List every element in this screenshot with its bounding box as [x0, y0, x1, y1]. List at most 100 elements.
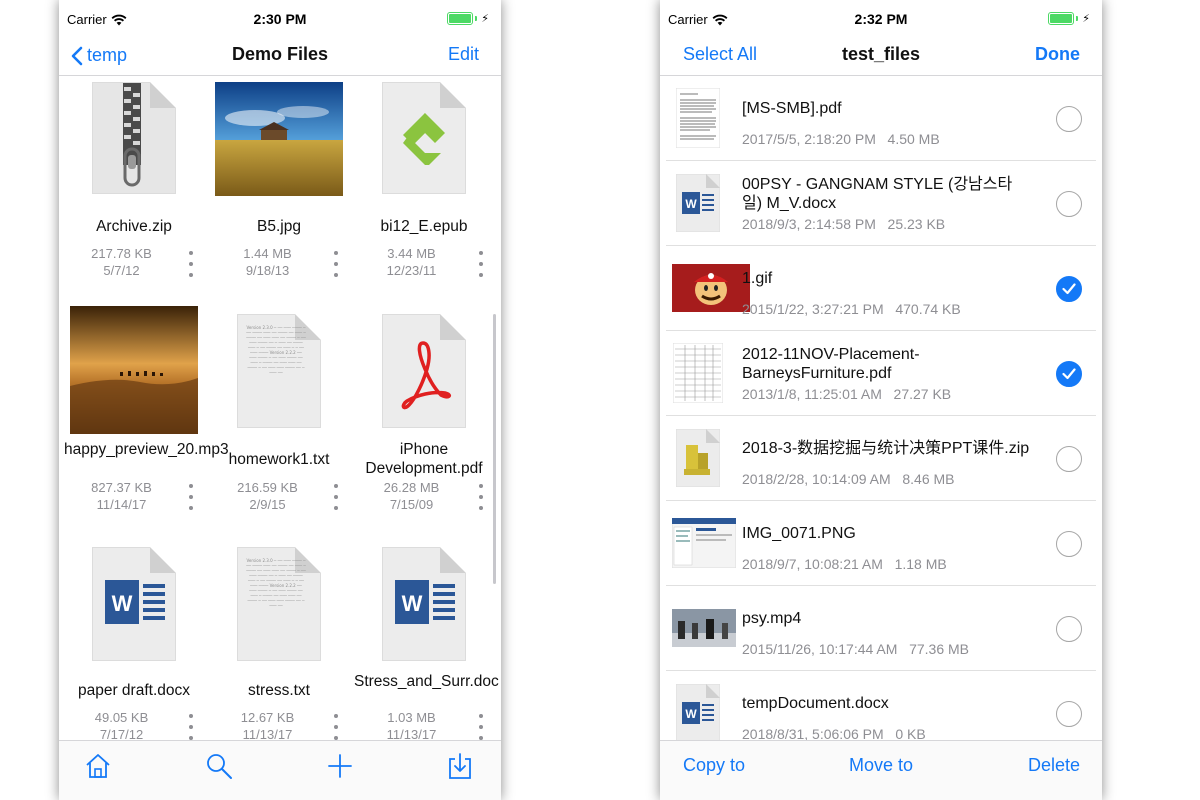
select-checkbox[interactable] [1056, 531, 1082, 557]
home-icon[interactable] [83, 751, 113, 781]
page-title: Demo Files [231, 44, 329, 64]
left-screen: Carrier 2:30 PM ⚡ temp Demo Files Edit A… [59, 0, 501, 800]
file-name: homework1.txt [228, 451, 330, 468]
list-item[interactable]: 2012-11NOV-Placement-BarneysFurniture.pd… [660, 331, 1102, 416]
file-size: 1.44 MB [243, 246, 292, 261]
svg-text:W: W [402, 591, 423, 616]
file-cell[interactable]: W Stress_and_Surr.doc 1.03 MB 11/13/17 [354, 546, 499, 740]
file-size: 49.05 KB [94, 710, 149, 725]
checkmark-icon [1062, 368, 1076, 380]
status-time: 2:30 PM [253, 11, 307, 27]
file-name: stress.txt [247, 682, 310, 699]
more-options-icon[interactable] [478, 484, 484, 510]
file-size: 27.27 KB [893, 386, 952, 402]
select-checkbox[interactable] [1056, 701, 1082, 727]
list-item[interactable]: [MS-SMB].pdf 2017/5/5, 2:18:20 PM 4.50 M… [660, 76, 1102, 161]
file-meta: 2018/2/28, 10:14:09 AM 8.46 MB [742, 471, 955, 487]
file-cell[interactable]: W paper draft.docx 49.05 KB 7/17/12 [64, 546, 204, 740]
more-options-icon[interactable] [478, 714, 484, 740]
list-item[interactable]: W 00PSY - GANGNAM STYLE (강남스타일) M_V.docx… [660, 161, 1102, 246]
file-size: 4.50 MB [887, 131, 940, 147]
file-date: 11/13/17 [242, 727, 293, 740]
more-options-icon[interactable] [188, 251, 194, 277]
file-size: 3.44 MB [387, 246, 436, 261]
file-meta: 2018/9/3, 2:14:58 PM 25.23 KB [742, 216, 945, 232]
done-button[interactable]: Done [1035, 44, 1080, 65]
file-size: 827.37 KB [91, 480, 152, 495]
battery-icon: ⚡ [447, 12, 489, 25]
desert-thumbnail [70, 306, 198, 439]
select-checkbox[interactable] [1056, 446, 1082, 472]
more-options-icon[interactable] [478, 251, 484, 277]
checkmark-icon [1062, 283, 1076, 295]
file-name: Stress_and_Surr.doc [354, 673, 499, 690]
file-name: 2012-11NOV-Placement-BarneysFurniture.pd… [742, 346, 920, 382]
file-size: 217.78 KB [91, 246, 152, 261]
more-options-icon[interactable] [188, 714, 194, 740]
file-cell[interactable]: B5.jpg 1.44 MB 9/18/13 [209, 76, 349, 306]
word-file-icon: W [92, 547, 176, 661]
list-item[interactable]: W tempDocument.docx 2018/8/31, 5:06:06 P… [660, 671, 1102, 740]
select-checkbox[interactable] [1056, 106, 1082, 132]
navigation-bar: temp Demo Files Edit [59, 36, 501, 76]
select-checkbox-checked[interactable] [1056, 361, 1082, 387]
add-icon[interactable] [325, 751, 355, 781]
select-checkbox[interactable] [1056, 616, 1082, 642]
file-name: 00PSY - GANGNAM STYLE (강남스타일) M_V.docx [742, 176, 1013, 212]
list-item[interactable]: psy.mp4 2015/11/26, 10:17:44 AM 77.36 MB [660, 586, 1102, 671]
file-name: psy.mp4 [742, 610, 802, 627]
file-date: 9/18/13 [245, 263, 290, 278]
search-icon[interactable] [204, 751, 234, 781]
file-cell[interactable]: Version 2.3.0 ─ ── ─── ──── ─ ── ──── ──… [209, 546, 349, 740]
list-item[interactable]: 1.gif 2015/1/22, 3:27:21 PM 470.74 KB [660, 246, 1102, 331]
file-date: 2018/8/31, 5:06:06 PM [742, 726, 884, 740]
select-checkbox-checked[interactable] [1056, 276, 1082, 302]
file-date: 2018/9/3, 2:14:58 PM [742, 216, 876, 232]
file-size: 25.23 KB [887, 216, 946, 232]
action-bar: Copy to Move to Delete [660, 740, 1102, 800]
word-file-icon: W [672, 683, 724, 740]
select-checkbox[interactable] [1056, 191, 1082, 217]
file-cell[interactable]: happy_preview_20.mp3 827.37 KB 11/14/17 [64, 306, 229, 536]
file-meta: 2018/9/7, 10:08:21 AM 1.18 MB [742, 556, 947, 572]
spreadsheet-thumbnail [672, 343, 724, 403]
file-name: 2018-3-数据挖掘与统计决策PPT课件.zip [742, 440, 1030, 457]
file-cell[interactable]: Archive.zip 217.78 KB 5/7/12 [64, 76, 204, 306]
delete-button[interactable]: Delete [1028, 755, 1080, 776]
list-item[interactable]: IMG_0071.PNG 2018/9/7, 10:08:21 AM 1.18 … [660, 501, 1102, 586]
edit-button[interactable]: Edit [448, 44, 479, 65]
pdf-file-icon [382, 314, 466, 428]
file-date: 2017/5/5, 2:18:20 PM [742, 131, 876, 147]
file-name: bi12_E.epub [380, 218, 468, 235]
more-options-icon[interactable] [333, 484, 339, 510]
file-name: 1.gif [742, 270, 773, 287]
file-cell[interactable]: bi12_E.epub 3.44 MB 12/23/11 [354, 76, 494, 306]
file-date: 2013/1/8, 11:25:01 AM [742, 386, 882, 402]
file-size: 216.59 KB [237, 480, 298, 495]
more-options-icon[interactable] [333, 714, 339, 740]
download-icon[interactable] [445, 751, 475, 781]
file-size: 0 KB [895, 726, 926, 740]
file-cell[interactable]: iPhone Development.pdf 26.28 MB 7/15/09 [354, 306, 494, 536]
more-options-icon[interactable] [333, 251, 339, 277]
file-name: iPhone Development.pdf [365, 441, 483, 477]
file-list: [MS-SMB].pdf 2017/5/5, 2:18:20 PM 4.50 M… [660, 76, 1102, 740]
file-date: 2/9/15 [249, 497, 286, 512]
file-name: B5.jpg [257, 218, 301, 235]
file-date: 2015/11/26, 10:17:44 AM [742, 641, 898, 657]
file-size: 26.28 MB [383, 480, 440, 495]
file-cell[interactable]: Version 2.3.0 ─ ── ─── ──── ─ ── ──── ──… [209, 306, 349, 536]
more-options-icon[interactable] [188, 484, 194, 510]
file-meta: 2015/11/26, 10:17:44 AM 77.36 MB [742, 641, 969, 657]
file-name: Archive.zip [96, 218, 172, 235]
video-thumbnail [672, 598, 736, 658]
file-name: [MS-SMB].pdf [742, 100, 842, 117]
svg-text:W: W [685, 197, 697, 211]
battery-icon: ⚡ [1048, 12, 1090, 25]
word-file-icon: W [382, 547, 466, 661]
file-size: 1.18 MB [894, 556, 947, 572]
list-item[interactable]: 2018-3-数据挖掘与统计决策PPT课件.zip 2018/2/28, 10:… [660, 416, 1102, 501]
file-meta: 2013/1/8, 11:25:01 AM 27.27 KB [742, 386, 951, 402]
scrollbar[interactable] [493, 314, 496, 584]
svg-text:W: W [112, 591, 133, 616]
